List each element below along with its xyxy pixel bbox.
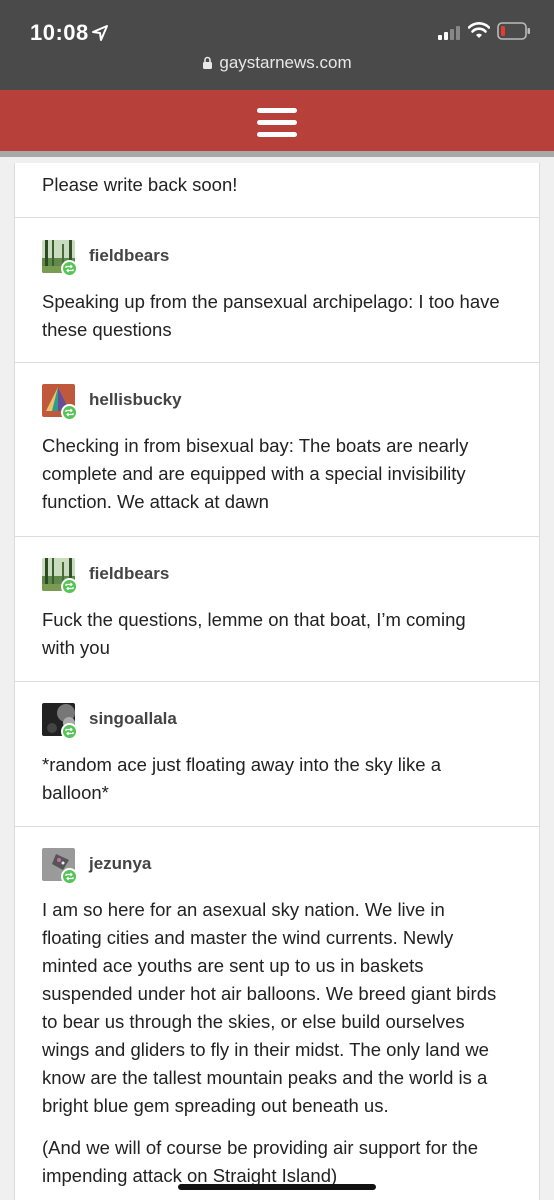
status-bar: 10:08 gaystarnews.com (0, 0, 554, 90)
lock-icon (203, 56, 213, 69)
text-line: with you (42, 637, 110, 658)
text-line: complete and are equipped with a special… (42, 463, 466, 484)
reblog-icon (61, 578, 78, 595)
location-arrow-icon (92, 25, 108, 41)
reblog-entry: fieldbears Speaking up from the pansexua… (15, 218, 539, 363)
post-username[interactable]: jezunya (89, 854, 151, 874)
signal-icon (438, 26, 460, 40)
wifi-icon (468, 22, 490, 38)
post-username[interactable]: fieldbears (89, 564, 169, 584)
hamburger-menu-icon[interactable] (257, 108, 297, 138)
status-time: 10:08 (30, 20, 89, 45)
reblog-icon (61, 260, 78, 277)
url-text: gaystarnews.com (219, 53, 352, 72)
post-text: I am so here for an asexual sky nation. … (42, 896, 522, 1120)
reblog-icon (61, 723, 78, 740)
text-line: bright blue gem spreading out beneath us… (42, 1095, 389, 1116)
text-line: minted ace youths are sent up to us in b… (42, 955, 424, 976)
text-line: (And we will of course be providing air … (42, 1137, 478, 1158)
text-line: Speaking up from the pansexual archipela… (42, 291, 500, 312)
reblog-entry: singoallala *random ace just floating aw… (15, 682, 539, 827)
post-text: *random ace just floating away into the … (42, 751, 522, 807)
text-line: Checking in from bisexual bay: The boats… (42, 435, 469, 456)
post-username[interactable]: hellisbucky (89, 390, 182, 410)
text-line: Fuck the questions, lemme on that boat, … (42, 609, 466, 630)
text-line: I am so here for an asexual sky nation. … (42, 899, 445, 920)
text-line: balloon* (42, 782, 109, 803)
post-text: Fuck the questions, lemme on that boat, … (42, 606, 522, 662)
reblog-thread: Please write back soon! fieldbears Speak… (14, 163, 540, 1200)
home-indicator[interactable] (178, 1184, 376, 1190)
text-line: *random ace just floating away into the … (42, 754, 441, 775)
address-bar[interactable]: gaystarnews.com (0, 53, 554, 77)
post-username[interactable]: singoallala (89, 709, 177, 729)
text-line: wings and gliders to fly in their midst.… (42, 1039, 489, 1060)
post-text: Checking in from bisexual bay: The boats… (42, 432, 522, 516)
post-text: Speaking up from the pansexual archipela… (42, 288, 522, 344)
text-line: function. We attack at dawn (42, 491, 269, 512)
text-line: these questions (42, 319, 172, 340)
post-text: (And we will of course be providing air … (42, 1134, 522, 1190)
reblog-entry: jezunya I am so here for an asexual sky … (15, 827, 539, 1200)
post-username[interactable]: fieldbears (89, 246, 169, 266)
site-nav-bar (0, 90, 554, 157)
post-fragment: Please write back soon! (15, 163, 539, 218)
reblog-entry: hellisbucky Checking in from bisexual ba… (15, 363, 539, 537)
battery-low-icon (497, 22, 530, 40)
reblog-icon (61, 868, 78, 885)
text-line: know are the tallest mountain peaks and … (42, 1067, 488, 1088)
text-line: floating cities and master the wind curr… (42, 927, 454, 948)
post-text: Please write back soon! (42, 174, 238, 195)
text-line: suspended under hot air balloons. We bre… (42, 983, 497, 1004)
reblog-icon (61, 404, 78, 421)
text-line: to bear us through the skies, or else bu… (42, 1011, 465, 1032)
reblog-entry: fieldbears Fuck the questions, lemme on … (15, 537, 539, 682)
